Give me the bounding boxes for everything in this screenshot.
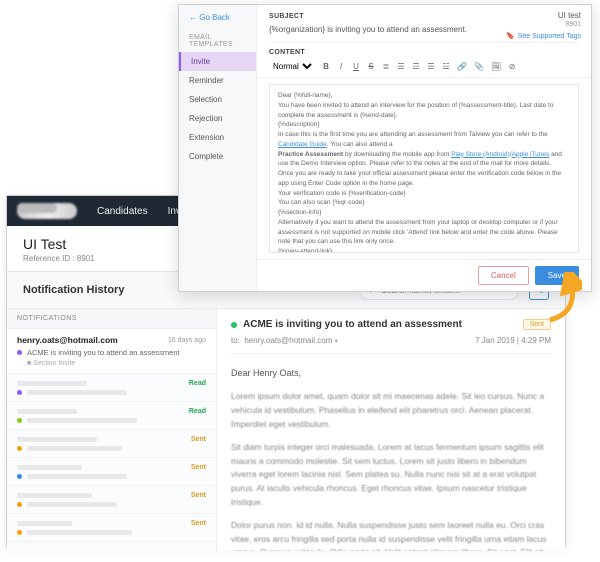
link-icon[interactable]: 🔗: [457, 62, 467, 71]
status-sent: Sent: [191, 520, 206, 527]
modal-context-title: UI test: [506, 11, 581, 21]
clear-format-icon[interactable]: ⊘: [508, 62, 516, 71]
preview-status-badge: Sent: [523, 319, 551, 330]
preview-body: Dear Henry Oats, Lorem ipsum dolor amet,…: [231, 366, 551, 551]
status-sent: Sent: [191, 464, 206, 471]
attachment-icon[interactable]: 📎: [474, 62, 484, 71]
to-label: to:: [231, 336, 240, 345]
image-icon[interactable]: 🖼: [491, 62, 501, 71]
list-item-sub: ■ Section Invite: [27, 360, 206, 367]
subheader-title: Notification History: [23, 284, 124, 296]
list-item[interactable]: Sent: [7, 458, 216, 486]
editor-toolbar: Normal B I U S ≣ ☰ ☲ ☰ ☳ 🔗 📎 🖼 ⊘: [257, 56, 591, 78]
list-item[interactable]: Sent: [7, 514, 216, 542]
list-item[interactable]: Read: [7, 374, 216, 402]
ul-icon[interactable]: ☰: [397, 62, 405, 71]
supported-tags-link[interactable]: See Supported Tags: [506, 33, 581, 41]
bold-icon[interactable]: B: [322, 62, 330, 71]
strike-icon[interactable]: S: [367, 62, 375, 71]
save-button[interactable]: Save: [535, 266, 579, 285]
category-dot-icon: [17, 474, 22, 479]
underline-icon[interactable]: U: [352, 62, 360, 71]
candidate-guide-link[interactable]: Candidate Guide: [278, 141, 327, 148]
align-center-icon[interactable]: ☰: [427, 62, 435, 71]
sidebar-item-rejection[interactable]: Rejection: [179, 109, 256, 128]
sidebar-item-invite[interactable]: Invite: [179, 52, 256, 71]
play-store-link[interactable]: Play Store (Android): [451, 151, 510, 158]
sidebar-item-extension[interactable]: Extension: [179, 128, 256, 147]
list-item-email: henry.oats@hotmail.com: [17, 335, 118, 345]
preview-greeting: Dear Henry Oats,: [231, 366, 551, 380]
editor-body[interactable]: Dear {%full-name}, You have been invited…: [269, 84, 579, 253]
modal-sidebar: Go Back EMAIL TEMPLATES Invite Reminder …: [179, 5, 257, 291]
category-dot-icon: [17, 530, 22, 535]
align-left-icon[interactable]: ☲: [412, 62, 420, 71]
status-dot-icon: [231, 322, 237, 328]
page-title: UI Test: [23, 236, 95, 252]
content-label: CONTENT: [269, 49, 579, 56]
sidebar-item-complete[interactable]: Complete: [179, 147, 256, 166]
category-dot-icon: [17, 418, 22, 423]
list-header: NOTIFICATIONS: [7, 309, 216, 329]
modal-main: UI test 8901 See Supported Tags SUBJECT …: [257, 5, 591, 291]
category-dot-icon: [17, 390, 22, 395]
list-item-date: 16 days ago: [168, 337, 206, 344]
brand-logo: [17, 203, 77, 219]
go-back-link[interactable]: Go Back: [179, 13, 256, 30]
category-dot-icon: [17, 350, 22, 355]
status-read: Read: [189, 408, 206, 415]
sidebar-item-selection[interactable]: Selection: [179, 90, 256, 109]
category-dot-icon: [17, 446, 22, 451]
format-select[interactable]: Normal: [269, 61, 315, 72]
nav-candidates[interactable]: Candidates: [97, 206, 148, 217]
list-item[interactable]: Read: [7, 402, 216, 430]
notification-list: NOTIFICATIONS henry.oats@hotmail.com 16 …: [7, 309, 217, 551]
email-preview: ACME is inviting you to attend an assess…: [217, 309, 565, 551]
status-sent: Sent: [191, 436, 206, 443]
status-sent: Sent: [191, 492, 206, 499]
sidebar-item-reminder[interactable]: Reminder: [179, 71, 256, 90]
list-item-title: ACME is inviting you to attend an assess…: [27, 348, 180, 357]
placeholder-bar: [17, 381, 87, 386]
template-editor-modal: Go Back EMAIL TEMPLATES Invite Reminder …: [178, 4, 592, 292]
cancel-button[interactable]: Cancel: [478, 266, 529, 285]
preview-timestamp: 7 Jan 2019 | 4:29 PM: [475, 336, 551, 345]
list-item[interactable]: henry.oats@hotmail.com 16 days ago ACME …: [7, 329, 216, 374]
chevron-down-icon[interactable]: ▾: [335, 338, 339, 345]
modal-context-id: 8901: [506, 21, 581, 29]
modal-footer: Cancel Save: [257, 259, 591, 291]
category-dot-icon: [17, 502, 22, 507]
list-item[interactable]: Sent: [7, 486, 216, 514]
ol-icon[interactable]: ≣: [382, 62, 390, 71]
reference-id: Reference ID : 8901: [23, 254, 95, 263]
preview-to: henry.oats@hotmail.com: [244, 336, 332, 345]
align-right-icon[interactable]: ☳: [442, 62, 450, 71]
list-item[interactable]: Sent: [7, 430, 216, 458]
modal-context: UI test 8901 See Supported Tags: [506, 11, 581, 41]
sidebar-header: EMAIL TEMPLATES: [179, 30, 256, 52]
italic-icon[interactable]: I: [337, 62, 345, 71]
preview-subject: ACME is inviting you to attend an assess…: [243, 319, 462, 330]
status-read: Read: [189, 380, 206, 387]
itunes-link[interactable]: Apple iTunes: [512, 151, 550, 158]
